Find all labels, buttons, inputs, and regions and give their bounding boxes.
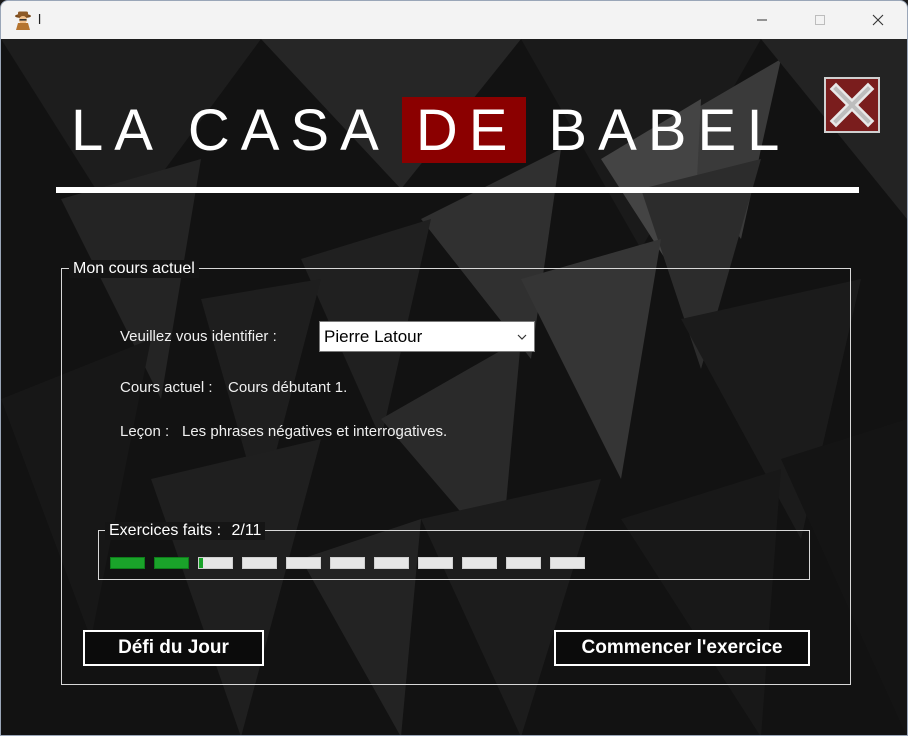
logo-text-la-casa: LA CASA [71, 97, 390, 163]
window-close-button[interactable] [849, 1, 907, 39]
progress-segment [242, 557, 277, 569]
logo-text-babel: BABEL [548, 97, 791, 163]
progress-segment [506, 557, 541, 569]
detective-icon [15, 11, 31, 30]
progress-label: Exercices faits : [109, 522, 222, 539]
close-x-icon [826, 79, 878, 131]
progress-bar [110, 557, 585, 569]
progress-legend: Exercices faits : 2/11 [105, 522, 266, 540]
user-select[interactable]: Pierre Latour [319, 321, 535, 352]
logo: LA CASA DE BABEL [71, 97, 790, 163]
progress-segment [374, 557, 409, 569]
main-panel: LA CASA DE BABEL Mon cours actuel Veuill… [1, 39, 907, 735]
progress-segment [418, 557, 453, 569]
app-window: l LA CASA DE BABEL Mon cours actuel Veui… [0, 0, 908, 736]
minimize-icon [757, 19, 767, 21]
course-groupbox-legend: Mon cours actuel [69, 260, 199, 278]
user-select-value: Pierre Latour [324, 327, 423, 346]
progress-segment [550, 557, 585, 569]
logo-underline [56, 187, 859, 193]
window-title: l [38, 11, 42, 27]
chevron-down-icon [517, 334, 527, 340]
daily-challenge-button[interactable]: Défi du Jour [83, 630, 264, 666]
logo-text-de: DE [401, 97, 527, 163]
progress-value: 2/11 [231, 522, 262, 539]
current-course-value: Cours débutant 1. [228, 379, 348, 396]
progress-segment [462, 557, 497, 569]
progress-segment [330, 557, 365, 569]
minimize-button[interactable] [733, 1, 791, 39]
maximize-icon [815, 15, 825, 25]
app-close-button[interactable] [824, 77, 880, 133]
lesson-value: Les phrases négatives et interrogatives. [182, 423, 448, 440]
title-bar[interactable]: l [1, 1, 907, 39]
progress-segment [286, 557, 321, 569]
progress-segment [198, 557, 233, 569]
maximize-button[interactable] [791, 1, 849, 39]
progress-segment [110, 557, 145, 569]
lesson-label: Leçon : [120, 423, 170, 440]
start-exercise-button[interactable]: Commencer l'exercice [554, 630, 810, 666]
close-icon [872, 14, 884, 26]
progress-segment [154, 557, 189, 569]
identify-label: Veuillez vous identifier : [120, 328, 277, 345]
current-course-label: Cours actuel : [120, 379, 213, 396]
